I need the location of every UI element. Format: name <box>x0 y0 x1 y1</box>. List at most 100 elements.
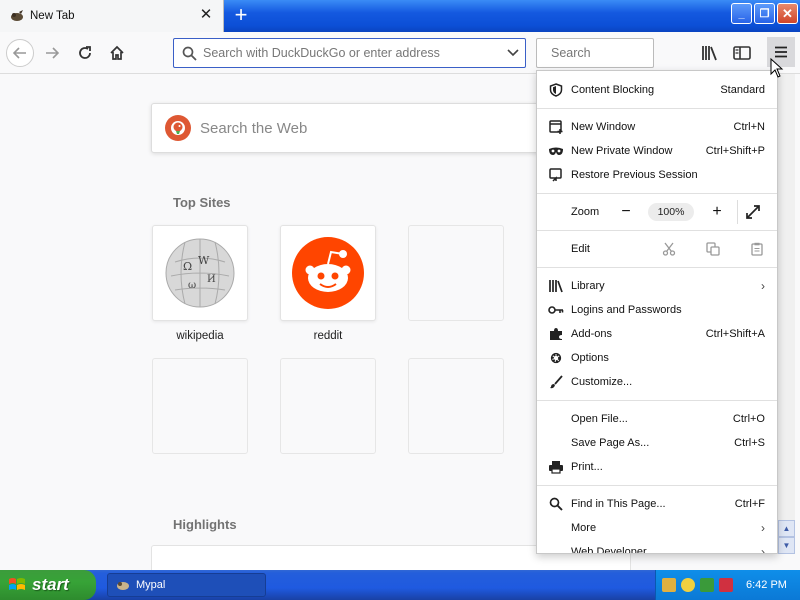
windows-logo-icon <box>9 578 25 590</box>
addons-label: Add-ons <box>571 328 612 340</box>
open-file-shortcut: Ctrl+O <box>732 413 765 425</box>
addons-shortcut: Ctrl+Shift+A <box>705 328 765 340</box>
menu-item-library[interactable]: Library › <box>537 274 777 298</box>
menu-item-find[interactable]: Find in This Page... Ctrl+F <box>537 492 777 516</box>
menu-item-logins[interactable]: Logins and Passwords <box>537 298 777 322</box>
minimize-button[interactable]: _ <box>731 3 752 24</box>
tray-network-icon[interactable] <box>662 578 676 592</box>
reddit-icon <box>292 237 364 309</box>
tab-new-tab[interactable]: New Tab ✕ <box>0 0 224 32</box>
search-input[interactable] <box>551 46 712 60</box>
back-button[interactable] <box>6 39 34 67</box>
menu-item-restore-session[interactable]: Restore Previous Session <box>537 163 777 187</box>
tray-update-icon[interactable] <box>700 578 714 592</box>
menu-item-open-file[interactable]: Open File... Ctrl+O <box>537 407 777 431</box>
wikipedia-icon: Ω W И ω <box>165 238 235 308</box>
top-site-tile-empty[interactable] <box>152 358 248 454</box>
svg-text:И: И <box>207 274 216 285</box>
search-icon <box>182 46 197 61</box>
top-site-tile-empty[interactable] <box>408 225 504 321</box>
maximize-button[interactable]: ❐ <box>754 3 775 24</box>
tray-antivirus-icon[interactable] <box>719 578 733 592</box>
sidebar-icon[interactable] <box>730 41 754 65</box>
address-bar[interactable] <box>173 38 526 68</box>
taskbar-item-mypal[interactable]: Mypal <box>107 573 266 597</box>
menu-item-customize[interactable]: Customize... <box>537 370 777 394</box>
top-site-label-wikipedia[interactable]: wikipedia <box>152 330 248 342</box>
content-blocking-label: Content Blocking <box>571 84 655 96</box>
library-icon[interactable] <box>698 41 722 65</box>
zoom-reset-button[interactable]: 100% <box>648 203 694 221</box>
find-label: Find in This Page... <box>571 498 666 510</box>
library-label: Library <box>571 280 605 292</box>
paintbrush-icon <box>548 374 564 390</box>
forward-button[interactable] <box>38 39 66 67</box>
content-blocking-status: Standard <box>720 84 765 96</box>
menu-item-content-blocking[interactable]: Content Blocking Standard <box>537 78 777 102</box>
taskbar-clock[interactable]: 6:42 PM <box>746 579 787 591</box>
zoom-divider <box>737 200 738 224</box>
menu-item-addons[interactable]: Add-ons Ctrl+Shift+A <box>537 322 777 346</box>
top-site-tile-empty[interactable] <box>280 358 376 454</box>
home-button[interactable] <box>103 39 131 67</box>
menu-item-more[interactable]: More › <box>537 516 777 540</box>
top-site-tile-reddit[interactable] <box>280 225 376 321</box>
menu-item-new-window[interactable]: New Window Ctrl+N <box>537 115 777 139</box>
cut-icon[interactable] <box>661 241 677 257</box>
zoom-out-button[interactable]: − <box>617 203 635 221</box>
mypal-app-icon <box>117 582 129 590</box>
address-input[interactable] <box>203 46 501 60</box>
fullscreen-icon[interactable] <box>745 204 763 222</box>
chevron-right-icon: › <box>761 521 765 535</box>
find-search-icon <box>548 496 564 512</box>
more-label: More <box>571 522 597 534</box>
web-search-box[interactable] <box>151 103 551 153</box>
close-tab-icon[interactable]: ✕ <box>199 7 213 22</box>
menu-item-save-page[interactable]: Save Page As... Ctrl+S <box>537 431 777 455</box>
back-arrow-icon <box>13 47 26 59</box>
start-button[interactable]: start <box>0 570 96 600</box>
window-controls: _ ❐ ✕ <box>731 3 798 24</box>
mouse-cursor-icon <box>770 58 784 78</box>
forward-arrow-icon <box>46 47 59 59</box>
top-sites-heading: Top Sites <box>173 195 231 210</box>
top-site-tile-empty[interactable] <box>408 358 504 454</box>
new-private-window-label: New Private Window <box>571 145 673 157</box>
copy-icon[interactable] <box>705 241 721 257</box>
chevron-right-icon: › <box>761 279 765 293</box>
menu-item-edit: Edit <box>537 237 777 261</box>
url-dropdown-chevron-icon[interactable] <box>501 49 525 57</box>
svg-text:W: W <box>198 254 210 267</box>
customize-label: Customize... <box>571 376 633 388</box>
new-tab-button[interactable]: + <box>230 4 252 28</box>
system-tray: 6:42 PM <box>655 570 800 600</box>
key-icon <box>548 302 564 318</box>
zoom-in-button[interactable]: + <box>708 203 726 221</box>
paste-icon[interactable] <box>749 241 765 257</box>
menu-item-options[interactable]: Options <box>537 346 777 370</box>
menu-separator <box>537 267 777 268</box>
top-site-label-reddit[interactable]: reddit <box>280 330 376 342</box>
reload-button[interactable] <box>71 39 99 67</box>
scroll-up-arrow-icon[interactable]: ▲ <box>778 520 795 537</box>
new-window-label: New Window <box>571 121 636 133</box>
top-site-tile-wikipedia[interactable]: Ω W И ω <box>152 225 248 321</box>
save-page-shortcut: Ctrl+S <box>734 437 765 449</box>
tab-title: New Tab <box>30 10 75 22</box>
search-bar[interactable] <box>536 38 712 68</box>
menu-item-zoom: Zoom − 100% + <box>537 200 777 224</box>
menu-item-new-private-window[interactable]: New Private Window Ctrl+Shift+P <box>537 139 777 163</box>
zoom-label: Zoom <box>571 206 600 218</box>
restore-session-icon <box>548 167 564 183</box>
menu-item-print[interactable]: Print... <box>537 455 777 479</box>
web-search-input[interactable] <box>200 119 550 137</box>
shield-icon <box>548 82 564 98</box>
menu-separator <box>537 485 777 486</box>
scroll-down-arrow-icon[interactable]: ▼ <box>778 537 795 554</box>
close-window-button[interactable]: ✕ <box>777 3 798 24</box>
title-bar: New Tab ✕ + _ ❐ ✕ <box>0 0 800 32</box>
chevron-right-icon: › <box>761 545 765 554</box>
vertical-scrollbar[interactable]: ▲ ▼ <box>778 74 795 554</box>
menu-item-web-developer[interactable]: Web Developer › <box>537 540 777 554</box>
tray-security-shield-icon[interactable] <box>681 578 695 592</box>
